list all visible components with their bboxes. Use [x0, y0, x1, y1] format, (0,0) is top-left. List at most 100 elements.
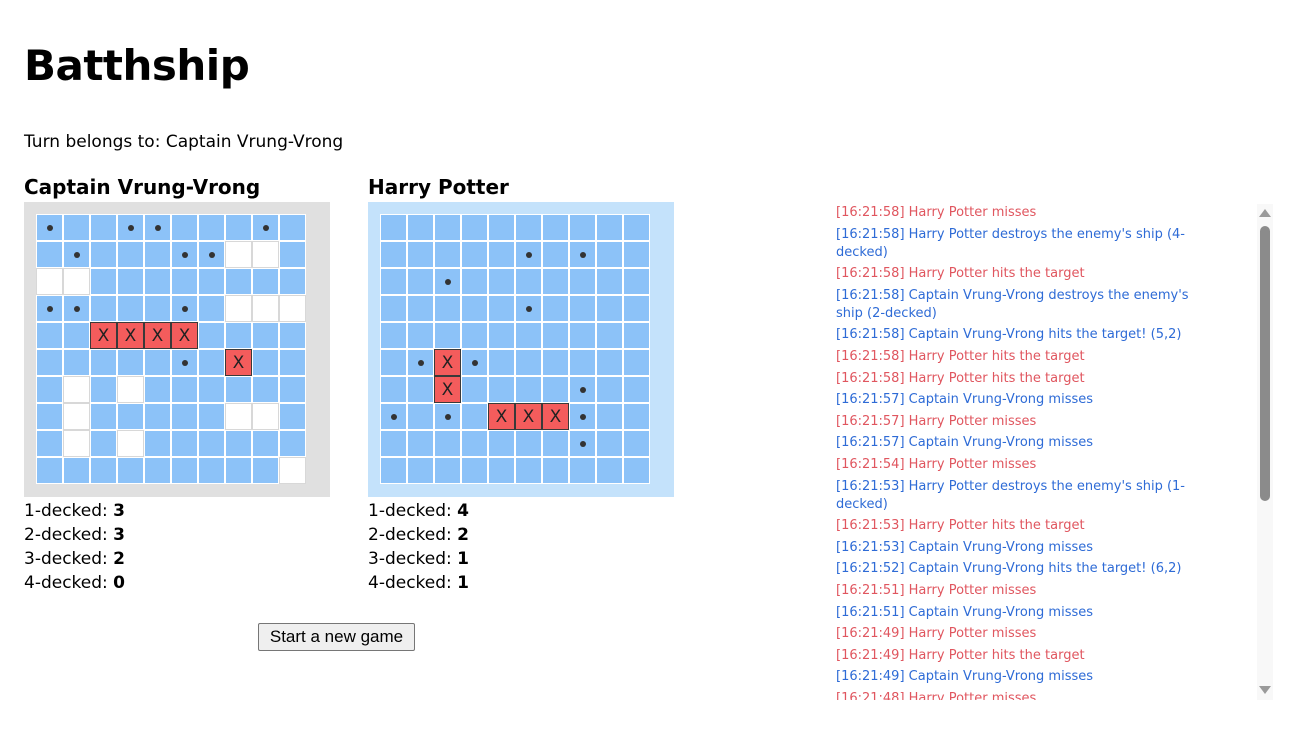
- board-cell-water[interactable]: [461, 403, 488, 430]
- board-cell-water[interactable]: [434, 241, 461, 268]
- board-cell-water[interactable]: [623, 403, 650, 430]
- board-cell-water[interactable]: [407, 403, 434, 430]
- scroll-down-arrow-icon[interactable]: [1259, 686, 1271, 694]
- game-log[interactable]: [16:21:58] Harry Potter misses [16:21:58]…: [836, 204, 1273, 700]
- board-cell-water[interactable]: [380, 430, 407, 457]
- start-new-game-button[interactable]: Start a new game: [258, 623, 415, 651]
- board-cell-miss[interactable]: [569, 376, 596, 403]
- board-cell-water[interactable]: [623, 268, 650, 295]
- board-cell-water[interactable]: [461, 322, 488, 349]
- board-cell-water[interactable]: [596, 214, 623, 241]
- board-cell-water[interactable]: [623, 349, 650, 376]
- board-cell-water[interactable]: [488, 349, 515, 376]
- board-cell-water[interactable]: [596, 457, 623, 484]
- board-cell-water[interactable]: [542, 349, 569, 376]
- board-cell-water[interactable]: [515, 376, 542, 403]
- board-cell-water[interactable]: [488, 214, 515, 241]
- board-cell-water[interactable]: [380, 268, 407, 295]
- board-cell-water[interactable]: [596, 376, 623, 403]
- board-cell-hit[interactable]: X: [515, 403, 542, 430]
- board-cell-water[interactable]: [623, 430, 650, 457]
- board-cell-miss[interactable]: [461, 349, 488, 376]
- board-cell-water[interactable]: [461, 295, 488, 322]
- board-cell-water[interactable]: [515, 322, 542, 349]
- board-cell-water[interactable]: [596, 403, 623, 430]
- board-cell-water[interactable]: [380, 376, 407, 403]
- board-cell-water[interactable]: [488, 322, 515, 349]
- board-cell-water[interactable]: [569, 349, 596, 376]
- board-cell-water[interactable]: [434, 295, 461, 322]
- board-cell-water[interactable]: [569, 295, 596, 322]
- board-cell-water[interactable]: [542, 241, 569, 268]
- board-cell-miss[interactable]: [434, 268, 461, 295]
- board-cell-water[interactable]: [596, 295, 623, 322]
- scrollbar-thumb[interactable]: [1260, 226, 1270, 501]
- board-cell-water[interactable]: [542, 376, 569, 403]
- board-cell-water[interactable]: [461, 376, 488, 403]
- board-cell-water[interactable]: [623, 457, 650, 484]
- board-cell-water[interactable]: [488, 241, 515, 268]
- board-cell-water[interactable]: [623, 376, 650, 403]
- board-cell-water[interactable]: [542, 322, 569, 349]
- board-cell-water[interactable]: [461, 457, 488, 484]
- board-cell-water[interactable]: [407, 376, 434, 403]
- board-cell-water[interactable]: [407, 457, 434, 484]
- board-cell-water[interactable]: [380, 241, 407, 268]
- board-cell-water[interactable]: [407, 430, 434, 457]
- board-cell-water[interactable]: [569, 457, 596, 484]
- board-cell-water[interactable]: [542, 295, 569, 322]
- board-cell-water[interactable]: [515, 214, 542, 241]
- board-cell-water[interactable]: [596, 241, 623, 268]
- board-cell-water[interactable]: [515, 430, 542, 457]
- board-cell-water[interactable]: [488, 295, 515, 322]
- board-cell-water[interactable]: [461, 430, 488, 457]
- board-cell-water[interactable]: [488, 268, 515, 295]
- board-cell-water[interactable]: [461, 268, 488, 295]
- board-cell-water[interactable]: [380, 457, 407, 484]
- board-cell-miss[interactable]: [407, 349, 434, 376]
- board-cell-water[interactable]: [542, 430, 569, 457]
- board-cell-hit[interactable]: X: [542, 403, 569, 430]
- board-cell-hit[interactable]: X: [488, 403, 515, 430]
- board-cell-water[interactable]: [461, 214, 488, 241]
- board-cell-water[interactable]: [569, 268, 596, 295]
- board-cell-miss[interactable]: [515, 241, 542, 268]
- board-cell-water[interactable]: [623, 241, 650, 268]
- board-cell-water[interactable]: [380, 322, 407, 349]
- board-cell-water[interactable]: [380, 295, 407, 322]
- board-cell-water[interactable]: [596, 268, 623, 295]
- board-cell-hit[interactable]: X: [434, 349, 461, 376]
- board-cell-water[interactable]: [407, 214, 434, 241]
- board-cell-water[interactable]: [434, 430, 461, 457]
- board-cell-water[interactable]: [434, 214, 461, 241]
- board-cell-water[interactable]: [434, 322, 461, 349]
- board-cell-water[interactable]: [596, 322, 623, 349]
- board-cell-miss[interactable]: [434, 403, 461, 430]
- board-cell-water[interactable]: [434, 457, 461, 484]
- log-scrollbar[interactable]: [1257, 204, 1273, 700]
- scroll-up-arrow-icon[interactable]: [1259, 209, 1271, 217]
- board-cell-water[interactable]: [569, 214, 596, 241]
- board-cell-water[interactable]: [380, 349, 407, 376]
- board-cell-miss[interactable]: [515, 295, 542, 322]
- board-cell-water[interactable]: [542, 457, 569, 484]
- board-cell-miss[interactable]: [569, 241, 596, 268]
- board-cell-water[interactable]: [407, 241, 434, 268]
- board-cell-water[interactable]: [623, 214, 650, 241]
- board-cell-miss[interactable]: [569, 403, 596, 430]
- board-cell-water[interactable]: [407, 268, 434, 295]
- board-cell-water[interactable]: [380, 214, 407, 241]
- board-cell-water[interactable]: [569, 322, 596, 349]
- board-cell-water[interactable]: [623, 322, 650, 349]
- board-cell-water[interactable]: [461, 241, 488, 268]
- board-cell-water[interactable]: [596, 349, 623, 376]
- board-cell-water[interactable]: [488, 430, 515, 457]
- board-cell-water[interactable]: [488, 457, 515, 484]
- board-cell-hit[interactable]: X: [434, 376, 461, 403]
- board-cell-water[interactable]: [488, 376, 515, 403]
- board-cell-water[interactable]: [407, 322, 434, 349]
- board-cell-water[interactable]: [515, 268, 542, 295]
- board-cell-water[interactable]: [407, 295, 434, 322]
- board-cell-water[interactable]: [623, 295, 650, 322]
- board-cell-water[interactable]: [515, 457, 542, 484]
